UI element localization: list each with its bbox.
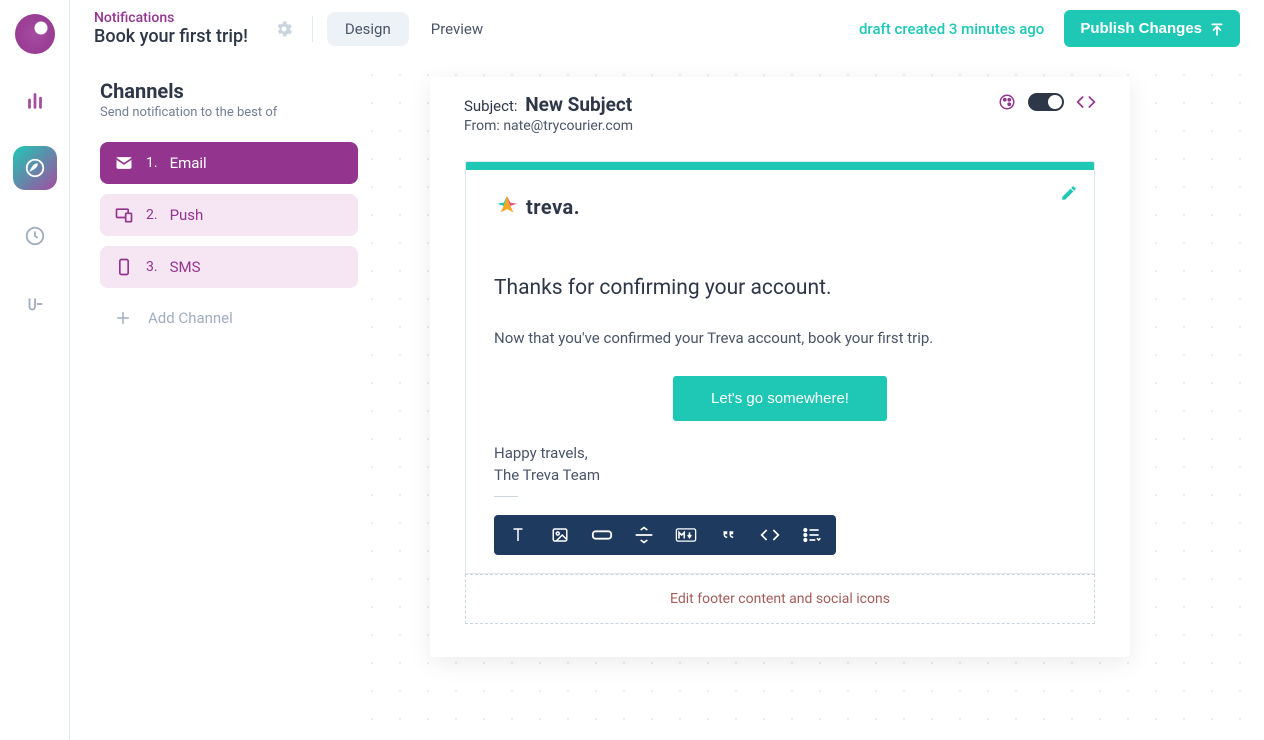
add-channel-label: Add Channel <box>148 309 233 327</box>
channel-item-email[interactable]: 1. Email <box>100 142 358 184</box>
settings-gear-icon[interactable] <box>270 15 298 43</box>
nav-history-icon[interactable] <box>13 214 57 258</box>
email-body[interactable]: treva. Thanks for confirming your accoun… <box>465 161 1095 574</box>
channel-num: 2. <box>146 207 158 223</box>
email-body-text[interactable]: Now that you've confirmed your Treva acc… <box>494 328 1066 350</box>
cta-button[interactable]: Let's go somewhere! <box>673 376 887 421</box>
channels-subheading: Send notification to the best of <box>100 105 358 120</box>
nav-designer-icon[interactable] <box>13 146 57 190</box>
brand-logo-text: treva. <box>526 195 580 219</box>
subject-value[interactable]: New Subject <box>525 93 632 116</box>
toolbar-list-icon[interactable] <box>800 523 824 547</box>
edit-footer-button[interactable]: Edit footer content and social icons <box>465 574 1095 624</box>
dark-mode-toggle[interactable] <box>1028 93 1064 111</box>
publish-button[interactable]: Publish Changes <box>1064 10 1240 47</box>
toolbar-quote-icon[interactable] <box>716 523 740 547</box>
block-toolbar <box>494 515 836 555</box>
accent-bar <box>466 162 1094 170</box>
channel-label: SMS <box>170 258 201 276</box>
channel-label: Push <box>170 206 204 224</box>
breadcrumb[interactable]: Notifications <box>94 10 248 26</box>
nav-analytics-icon[interactable] <box>13 78 57 122</box>
add-channel-button[interactable]: Add Channel <box>100 298 358 338</box>
brand-logo-row: treva. <box>494 194 1066 220</box>
channels-heading: Channels <box>100 79 358 103</box>
publish-button-label: Publish Changes <box>1080 20 1202 37</box>
tab-design[interactable]: Design <box>327 12 409 46</box>
edit-pencil-icon[interactable] <box>1060 184 1078 202</box>
email-heading[interactable]: Thanks for confirming your account. <box>494 276 1066 300</box>
channel-label: Email <box>170 154 207 172</box>
channel-item-sms[interactable]: 3. SMS <box>100 246 358 288</box>
draft-status: draft created 3 minutes ago <box>859 20 1044 38</box>
brand-palette-icon[interactable] <box>998 93 1016 111</box>
from-value[interactable]: nate@trycourier.com <box>503 118 633 134</box>
toolbar-image-icon[interactable] <box>548 523 572 547</box>
signoff-line2[interactable]: The Treva Team <box>494 465 1066 487</box>
nav-integrations-icon[interactable] <box>13 282 57 326</box>
toolbar-divider-icon[interactable] <box>632 523 656 547</box>
code-view-icon[interactable] <box>1076 95 1096 109</box>
divider <box>312 16 313 42</box>
brand-logo[interactable] <box>15 14 55 54</box>
toolbar-markdown-icon[interactable] <box>674 523 698 547</box>
toolbar-code-icon[interactable] <box>758 523 782 547</box>
subject-label: Subject: <box>464 97 518 115</box>
toolbar-text-icon[interactable] <box>506 523 530 547</box>
channel-item-push[interactable]: 2. Push <box>100 194 358 236</box>
email-card: Subject: New Subject From: nate@trycouri… <box>430 77 1130 657</box>
edit-footer-label: Edit footer content and social icons <box>670 591 890 607</box>
channel-num: 1. <box>146 155 158 171</box>
toolbar-button-icon[interactable] <box>590 523 614 547</box>
signoff-line1[interactable]: Happy travels, <box>494 443 1066 465</box>
from-label: From: <box>464 118 500 134</box>
channel-num: 3. <box>146 259 158 275</box>
page-title: Book your first trip! <box>94 26 248 47</box>
tab-preview[interactable]: Preview <box>413 12 501 46</box>
